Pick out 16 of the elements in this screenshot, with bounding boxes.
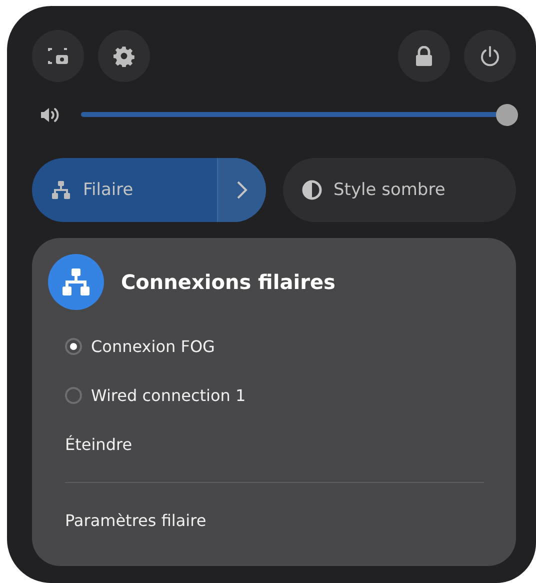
power-icon: [480, 46, 500, 66]
screenshot-icon: [47, 46, 69, 66]
menu-item[interactable]: Paramètres filaire: [48, 496, 484, 545]
connection-option[interactable]: Connexion FOG: [48, 322, 484, 371]
lock-icon: [415, 46, 433, 66]
chevron-icon: [236, 180, 248, 200]
expand-button[interactable]: [216, 158, 266, 222]
toggle-button[interactable]: Style sombre: [282, 158, 516, 222]
network-glyph-icon: [61, 267, 91, 297]
settings-icon: [113, 45, 135, 67]
menu-item[interactable]: Éteindre: [48, 420, 484, 469]
connection-option[interactable]: Wired connection 1: [48, 371, 484, 420]
dark-style-icon: [302, 180, 322, 200]
network-icon: [51, 180, 71, 200]
menu-title: Connexions filaires: [121, 270, 336, 294]
toggle-button[interactable]: Filaire: [32, 158, 216, 222]
